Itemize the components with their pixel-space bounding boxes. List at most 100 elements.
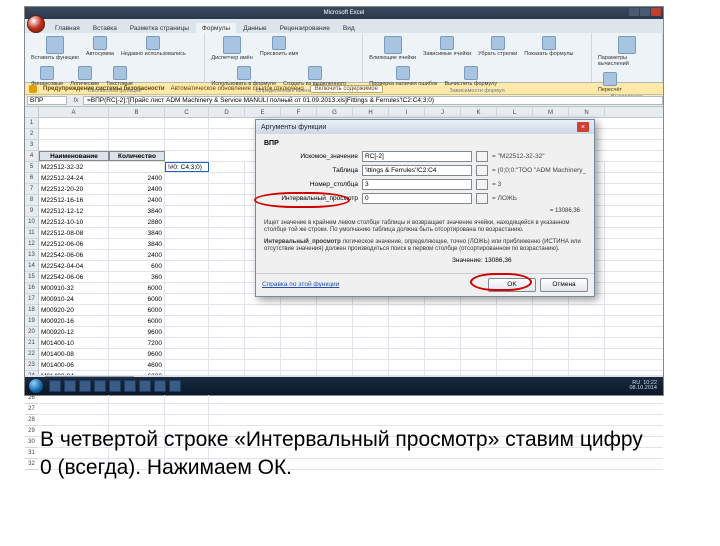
ribbon-button[interactable]: Автосумма	[84, 35, 116, 62]
ribbon-button-icon	[237, 66, 251, 80]
taskbar-app-icon[interactable]	[124, 380, 136, 392]
ribbon-button-icon	[603, 72, 617, 86]
ribbon-tab[interactable]: Главная	[49, 23, 86, 33]
function-arguments-dialog: Аргументы функции × ВПР Искомое_значение…	[255, 119, 595, 297]
table-row[interactable]: M00920-206000	[39, 305, 663, 316]
ribbon-button[interactable]: Вставить функцию	[29, 35, 81, 62]
excel-window: Microsoft Excel ГлавнаяВставкаРазметка с…	[24, 6, 664, 396]
ok-button[interactable]: OK	[488, 278, 536, 292]
shield-icon	[29, 85, 37, 93]
dialog-function-name: ВПР	[264, 140, 586, 147]
ribbon-button-icon	[93, 36, 107, 50]
dialog-arg-input[interactable]	[362, 179, 472, 190]
ribbon-tab[interactable]: Вид	[337, 23, 361, 33]
ribbon-button-icon	[491, 36, 505, 50]
warning-label: Предупреждение системы безопасности	[43, 86, 165, 92]
ribbon-button-icon	[113, 66, 127, 80]
dialog-titlebar: Аргументы функции ×	[256, 120, 594, 134]
taskbar-app-icon[interactable]	[94, 380, 106, 392]
dialog-arg-row: Номер_столбца= 3	[264, 179, 586, 190]
dialog-description: Ищет значение в крайнем левом столбце та…	[264, 220, 586, 235]
ribbon-tab[interactable]: Вставка	[87, 23, 123, 33]
ribbon-button-icon	[40, 66, 54, 80]
table-row[interactable]: M01400-064600	[39, 360, 663, 371]
formula-bar[interactable]: =ВПР(RC[-2];'[Прайс лист ADM Machinery &…	[83, 96, 663, 105]
taskbar-apps	[49, 380, 181, 392]
taskbar: RU 10:2208.10.2014	[25, 377, 663, 395]
dialog-arg-input[interactable]	[362, 193, 472, 204]
row-headers: 1234567891011121314151617181920212223242…	[25, 107, 39, 375]
taskbar-app-icon[interactable]	[79, 380, 91, 392]
taskbar-app-icon[interactable]	[169, 380, 181, 392]
column-headers: ABC DEF GHI JKL MN	[39, 107, 663, 118]
office-orb[interactable]	[27, 15, 45, 33]
dialog-arg-description: Интервальный_просмотр логическое значени…	[264, 239, 586, 254]
minimize-button[interactable]	[629, 8, 639, 16]
ribbon-tab[interactable]: Разметка страницы	[124, 23, 195, 33]
ribbon-button-icon	[78, 66, 92, 80]
close-button[interactable]	[651, 8, 661, 16]
ribbon: Вставить функциюАвтосуммаНедавно использ…	[25, 33, 663, 83]
ribbon-button[interactable]: Параметры вычислений	[596, 35, 658, 68]
fx-icon[interactable]: fx	[69, 97, 83, 104]
ribbon-button-icon	[46, 36, 64, 54]
ribbon-tab[interactable]: Рецензирование	[274, 23, 336, 33]
warning-message: Автоматическое обновление ссылок отключе…	[171, 86, 304, 92]
table-row[interactable]: M00920-129600	[39, 327, 663, 338]
table-row[interactable]: M01400-089600	[39, 349, 663, 360]
cancel-button[interactable]: Отмена	[540, 278, 588, 292]
ribbon-button[interactable]: Убрать стрелки	[476, 35, 519, 62]
dialog-help-link[interactable]: Справка по этой функции	[262, 281, 339, 288]
range-picker-icon[interactable]	[476, 193, 488, 204]
ribbon-button-icon	[384, 36, 402, 54]
start-button[interactable]	[29, 379, 43, 393]
dialog-arg-input[interactable]	[362, 151, 472, 162]
dialog-arg-row: Интервальный_просмотр= ЛОЖЬ	[264, 193, 586, 204]
table-row[interactable]: M01400-107200	[39, 338, 663, 349]
taskbar-app-icon[interactable]	[64, 380, 76, 392]
ribbon-button[interactable]: Присвоить имя	[258, 35, 301, 62]
column-header-a: Наименование	[39, 151, 109, 161]
ribbon-tabs: ГлавнаяВставкаРазметка страницыФормулыДа…	[25, 19, 663, 33]
system-tray[interactable]: RU 10:2208.10.2014	[629, 381, 659, 392]
ribbon-button-icon	[223, 36, 241, 54]
name-box[interactable]: ВПР	[27, 96, 67, 105]
window-controls	[629, 8, 661, 16]
dialog-close-button[interactable]: ×	[577, 122, 589, 132]
enable-content-button[interactable]: Включить содержимое	[310, 85, 383, 93]
ribbon-button[interactable]: Влияющие ячейки	[367, 35, 418, 62]
formula-bar-row: ВПР fx =ВПР(RC[-2];'[Прайс лист ADM Mach…	[25, 95, 663, 107]
ribbon-tab[interactable]: Формулы	[196, 23, 236, 33]
dialog-title: Аргументы функции	[261, 124, 326, 131]
ribbon-button[interactable]: Пересчёт	[596, 71, 624, 94]
maximize-button[interactable]	[640, 8, 650, 16]
ribbon-button[interactable]: Зависимые ячейки	[421, 35, 473, 62]
taskbar-app-icon[interactable]	[109, 380, 121, 392]
slide-caption: В четвертой строке «Интервальный просмот…	[40, 426, 660, 483]
table-row[interactable]: M00920-166000	[39, 316, 663, 327]
ribbon-button[interactable]: Показать формулы	[522, 35, 575, 62]
ribbon-button-icon	[440, 36, 454, 50]
ribbon-button-icon	[146, 36, 160, 50]
ribbon-button-icon	[272, 36, 286, 50]
dialog-value: Значение: 13086,36	[452, 257, 586, 264]
range-picker-icon[interactable]	[476, 165, 488, 176]
taskbar-app-icon[interactable]	[49, 380, 61, 392]
range-picker-icon[interactable]	[476, 151, 488, 162]
titlebar: Microsoft Excel	[25, 7, 663, 19]
dialog-arg-row: Таблица= {0;0;0:"ТОО "ADM Machinery_Serv…	[264, 165, 586, 176]
ribbon-button[interactable]: Недавно использовались	[119, 35, 188, 62]
ribbon-button-icon	[308, 66, 322, 80]
dialog-arg-row: Искомое_значение= "M22512-32-32"	[264, 151, 586, 162]
ribbon-button-icon	[396, 66, 410, 80]
taskbar-app-icon[interactable]	[154, 380, 166, 392]
taskbar-app-icon[interactable]	[139, 380, 151, 392]
ribbon-button[interactable]: Диспетчер имён	[209, 35, 254, 62]
ribbon-tab[interactable]: Данные	[237, 23, 272, 33]
window-title: Microsoft Excel	[324, 10, 365, 16]
dialog-arg-input[interactable]	[362, 165, 472, 176]
dialog-result: = 13086,36	[264, 208, 586, 216]
ribbon-button[interactable]: Вычислить формулу	[442, 65, 499, 88]
ribbon-button-icon	[618, 36, 636, 54]
range-picker-icon[interactable]	[476, 179, 488, 190]
